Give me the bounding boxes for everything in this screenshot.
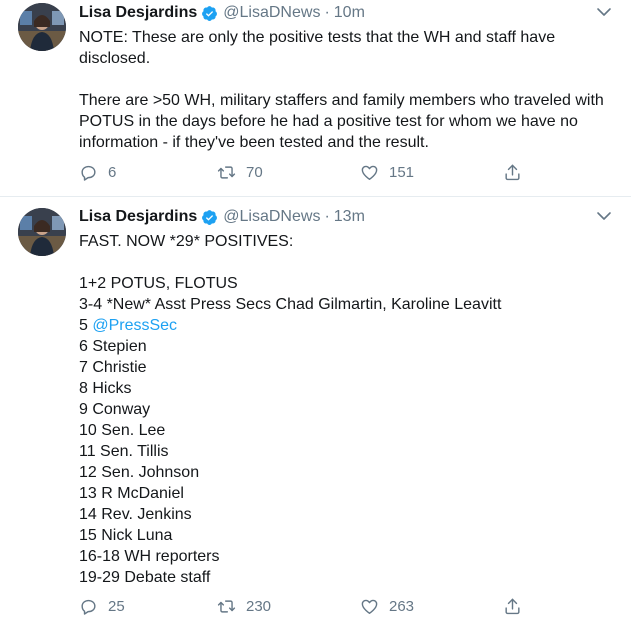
list-item: 10 Sen. Lee bbox=[79, 422, 166, 439]
timestamp[interactable]: 10m bbox=[334, 4, 365, 22]
tweet-text: FAST. NOW *29* POSITIVES: 1+2 POTUS, FLO… bbox=[79, 231, 609, 588]
like-button[interactable]: 263 bbox=[360, 597, 414, 616]
share-icon bbox=[505, 598, 520, 615]
retweet-count: 70 bbox=[246, 164, 263, 181]
tweet[interactable]: Lisa Desjardins @LisaDNews · 13m FAST. N… bbox=[0, 197, 631, 640]
reply-button[interactable]: 25 bbox=[79, 597, 125, 616]
separator-dot: · bbox=[324, 4, 330, 21]
tweet-text: NOTE: These are only the positive tests … bbox=[79, 27, 609, 153]
verified-badge-icon bbox=[202, 5, 218, 21]
like-icon bbox=[361, 165, 378, 180]
share-icon bbox=[505, 164, 520, 181]
retweet-count: 230 bbox=[246, 598, 272, 615]
retweet-icon bbox=[217, 166, 236, 179]
list-item: 19-29 Debate staff bbox=[79, 569, 211, 586]
like-button[interactable]: 151 bbox=[360, 163, 414, 182]
list-item-prefix: 5 bbox=[79, 317, 93, 334]
reply-count: 6 bbox=[108, 164, 117, 181]
avatar[interactable] bbox=[18, 208, 66, 256]
like-count: 151 bbox=[389, 164, 415, 181]
share-button[interactable] bbox=[503, 597, 522, 616]
list-item: 16-18 WH reporters bbox=[79, 548, 220, 565]
list-item: 11 Sen. Tillis bbox=[79, 443, 169, 460]
tweet[interactable]: Lisa Desjardins @LisaDNews · 10m NOTE: T… bbox=[0, 0, 631, 197]
separator-dot: · bbox=[324, 208, 330, 225]
tweet-actions: 25 230 263 bbox=[79, 597, 539, 619]
author-handle[interactable]: @LisaDNews bbox=[223, 4, 320, 22]
author-name[interactable]: Lisa Desjardins bbox=[79, 4, 197, 22]
list-item: 14 Rev. Jenkins bbox=[79, 506, 192, 523]
chevron-down-icon[interactable] bbox=[596, 208, 612, 224]
list-item: 1+2 POTUS, FLOTUS bbox=[79, 275, 238, 292]
tweet-header: Lisa Desjardins @LisaDNews · 10m bbox=[79, 2, 365, 24]
retweet-icon bbox=[217, 600, 236, 613]
author-name[interactable]: Lisa Desjardins bbox=[79, 208, 197, 226]
author-handle[interactable]: @LisaDNews bbox=[223, 208, 320, 226]
list-item: 13 R McDaniel bbox=[79, 485, 184, 502]
timestamp[interactable]: 13m bbox=[334, 208, 365, 226]
list-item: 9 Conway bbox=[79, 401, 151, 418]
list-item: 15 Nick Luna bbox=[79, 527, 173, 544]
chevron-down-icon[interactable] bbox=[596, 4, 612, 20]
verified-badge-icon bbox=[202, 209, 218, 225]
list-item: 12 Sen. Johnson bbox=[79, 464, 200, 481]
reply-count: 25 bbox=[108, 598, 125, 615]
retweet-button[interactable]: 230 bbox=[217, 597, 271, 616]
tweet-actions: 6 70 151 bbox=[79, 163, 539, 185]
tweet-paragraph: There are >50 WH, military staffers and … bbox=[79, 92, 604, 151]
tweet-intro: FAST. NOW *29* POSITIVES: bbox=[79, 233, 294, 250]
reply-icon bbox=[81, 165, 96, 181]
mention-link[interactable]: @PressSec bbox=[92, 317, 177, 334]
avatar[interactable] bbox=[18, 3, 66, 51]
reply-icon bbox=[81, 599, 96, 615]
like-count: 263 bbox=[389, 598, 415, 615]
share-button[interactable] bbox=[503, 163, 522, 182]
list-item: 8 Hicks bbox=[79, 380, 132, 397]
like-icon bbox=[361, 599, 378, 614]
list-item: 7 Christie bbox=[79, 359, 147, 376]
list-item: 3-4 *New* Asst Press Secs Chad Gilmartin… bbox=[79, 296, 502, 313]
tweet-paragraph: NOTE: These are only the positive tests … bbox=[79, 29, 556, 67]
list-item: 6 Stepien bbox=[79, 338, 147, 355]
tweet-header: Lisa Desjardins @LisaDNews · 13m bbox=[79, 206, 365, 228]
retweet-button[interactable]: 70 bbox=[217, 163, 263, 182]
list-item: 5 @PressSec bbox=[79, 315, 609, 336]
reply-button[interactable]: 6 bbox=[79, 163, 116, 182]
